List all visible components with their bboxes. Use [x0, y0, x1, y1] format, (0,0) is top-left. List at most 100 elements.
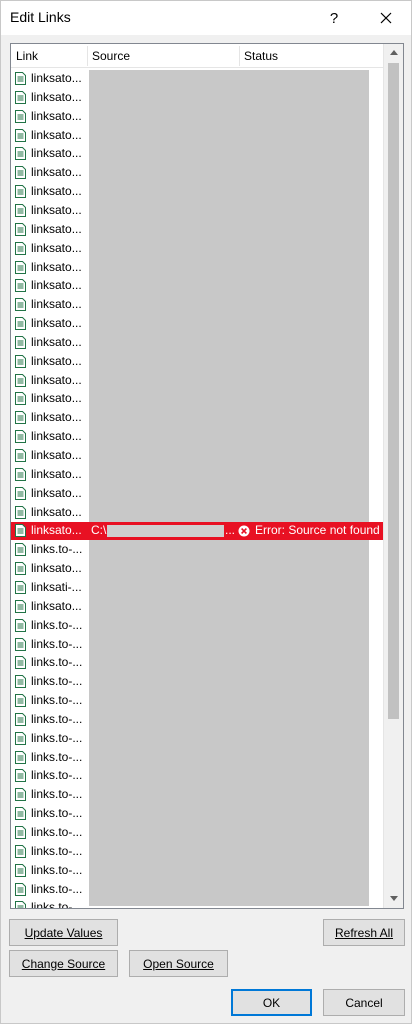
change-source-button[interactable]: Change Source [9, 950, 118, 977]
link-name: linksato... [31, 221, 82, 236]
link-name: linksato... [31, 297, 82, 312]
table-row[interactable]: linksato... [11, 390, 383, 408]
table-row[interactable]: links.to-... [11, 673, 383, 691]
table-row[interactable]: linksato... [11, 428, 383, 446]
table-row[interactable]: linksato... [11, 466, 383, 484]
column-header-status[interactable]: Status [239, 44, 278, 68]
link-name: links.to-... [31, 900, 83, 909]
open-source-button[interactable]: Open Source [129, 950, 228, 977]
link-name: linksato... [31, 165, 82, 180]
link-name: linksato... [31, 391, 82, 406]
close-icon [380, 12, 392, 24]
table-row[interactable]: linksato... [11, 485, 383, 503]
table-row[interactable]: links.to-... [11, 899, 383, 909]
links-list[interactable]: Link Source Status linksato... linksato..… [10, 43, 404, 909]
table-row[interactable]: linksati-... [11, 579, 383, 597]
table-row[interactable]: links.to-... [11, 636, 383, 654]
close-button[interactable] [369, 3, 403, 33]
update-values-button[interactable]: Update Values [9, 919, 118, 946]
excel-file-icon [15, 373, 26, 387]
table-row[interactable]: links.to-... [11, 862, 383, 880]
table-row[interactable]: linksato... [11, 296, 383, 314]
link-name: linksato... [31, 429, 82, 444]
excel-file-icon [15, 826, 26, 839]
table-row[interactable]: linksato... [11, 183, 383, 201]
link-name: links.to-... [31, 693, 83, 708]
table-row[interactable]: linksato... [11, 598, 383, 616]
table-row[interactable]: linksato... [11, 259, 383, 277]
link-name: linksati-... [31, 579, 82, 594]
excel-file-icon [15, 279, 26, 293]
excel-file-icon [15, 147, 26, 161]
table-row[interactable]: links.to-... [11, 749, 383, 767]
column-header-link[interactable]: Link [11, 44, 38, 68]
table-row[interactable]: links.to-... [11, 824, 383, 842]
column-header-source[interactable]: Source [87, 44, 130, 68]
link-name: linksato... [31, 561, 82, 576]
status-text: Error: Source not found [255, 523, 380, 538]
table-row[interactable]: linksato... [11, 89, 383, 107]
excel-file-icon [15, 656, 26, 670]
table-row[interactable]: links.to-... [11, 881, 383, 899]
table-row[interactable]: linksato... [11, 277, 383, 295]
table-row[interactable]: links.to-... [11, 711, 383, 729]
table-row[interactable]: links.to-... [11, 786, 383, 804]
table-row[interactable]: linksato... [11, 560, 383, 578]
table-row[interactable]: linksato... [11, 240, 383, 258]
link-name: linksato... [31, 448, 82, 462]
edit-links-dialog: Edit Links ? Link Source Status linksato… [0, 0, 412, 1024]
excel-file-icon [15, 90, 26, 104]
table-row[interactable]: linksato... [11, 108, 383, 126]
table-row[interactable]: linksato... [11, 504, 383, 522]
link-name: linksato... [31, 504, 82, 519]
link-name: linksato... [31, 334, 82, 349]
table-row[interactable]: links.to-... [11, 654, 383, 672]
refresh-all-button[interactable]: Refresh All [323, 919, 405, 946]
cancel-button[interactable]: Cancel [323, 989, 405, 1016]
table-row[interactable]: linksato... [11, 447, 383, 465]
excel-file-icon [15, 260, 26, 274]
table-row[interactable]: links.to-... [11, 843, 383, 861]
table-row[interactable]: links.to-... [11, 617, 383, 635]
link-name: links.to-... [31, 825, 83, 839]
vertical-scrollbar[interactable] [383, 44, 403, 908]
excel-file-icon [15, 712, 26, 726]
excel-file-icon [15, 449, 26, 462]
table-row[interactable]: linksato... [11, 409, 383, 427]
table-row[interactable]: linksato... [11, 372, 383, 390]
help-button[interactable]: ? [319, 3, 349, 33]
table-row[interactable]: linksato... C:\... Error: Source not found [11, 522, 383, 541]
scroll-thumb[interactable] [388, 63, 399, 719]
excel-file-icon [15, 109, 26, 123]
table-row[interactable]: links.to-... [11, 805, 383, 823]
table-row[interactable]: linksato... [11, 202, 383, 220]
table-row[interactable]: links.to-... [11, 692, 383, 710]
table-row[interactable]: links.to-... [11, 730, 383, 748]
excel-file-icon [15, 750, 26, 764]
table-row[interactable]: linksato... [11, 145, 383, 163]
excel-file-icon [15, 241, 26, 255]
excel-file-icon [15, 618, 26, 632]
table-row[interactable]: linksato... [11, 315, 383, 333]
link-name: links.to-... [31, 674, 83, 689]
table-row[interactable]: linksato... [11, 221, 383, 239]
table-row[interactable]: links.to-... [11, 767, 383, 785]
excel-file-icon [15, 185, 26, 199]
link-name: links.to-... [31, 768, 83, 783]
table-row[interactable]: links.to-... [11, 541, 383, 559]
excel-file-icon [15, 298, 26, 312]
table-row[interactable]: linksato... [11, 353, 383, 371]
table-row[interactable]: linksato... [11, 334, 383, 352]
table-row[interactable]: linksato... [11, 70, 383, 88]
redacted-source-path [107, 525, 224, 538]
excel-file-icon [15, 807, 26, 821]
ok-button[interactable]: OK [231, 989, 312, 1016]
link-name: linksato... [31, 598, 82, 613]
link-name: linksato... [31, 184, 82, 199]
table-row[interactable]: linksato... [11, 127, 383, 145]
excel-file-icon [15, 543, 26, 557]
scroll-up-button[interactable] [384, 44, 403, 61]
table-row[interactable]: linksato... [11, 164, 383, 182]
excel-file-icon [15, 788, 26, 802]
scroll-down-button[interactable] [384, 890, 403, 907]
